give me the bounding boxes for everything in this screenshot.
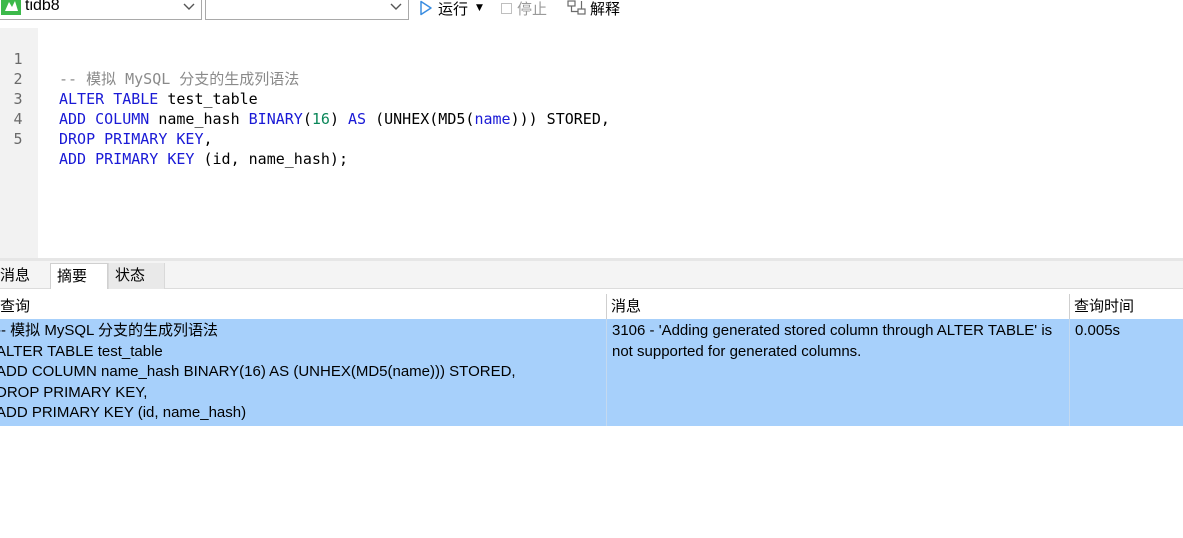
tab-messages[interactable]: 消息 xyxy=(0,263,41,289)
run-dropdown-icon[interactable]: ▼ xyxy=(476,3,483,13)
column-header-label: 消息 xyxy=(611,297,642,315)
result-grid-header: 查询 消息 查询时间 xyxy=(0,294,1183,319)
code-text: ADD PRIMARY KEY (id, name_hash); xyxy=(59,150,348,168)
column-header-label: 查询 xyxy=(0,297,31,315)
explain-icon xyxy=(567,0,586,15)
explain-button[interactable]: 解释 xyxy=(567,0,620,18)
stop-icon xyxy=(501,2,512,14)
error-message: 3106 - 'Adding generated stored column t… xyxy=(612,322,1053,360)
cell-message[interactable]: 3106 - 'Adding generated stored column t… xyxy=(607,319,1070,426)
query-line: DROP PRIMARY KEY, xyxy=(0,383,148,401)
result-tabs: 消息 摘要 状态 xyxy=(0,261,1183,289)
tab-status[interactable]: 状态 xyxy=(108,263,165,289)
connection-icon xyxy=(1,0,21,15)
chevron-down-icon[interactable] xyxy=(183,0,195,14)
toolbar: tidb8 运行 ▼ 停止 解释 xyxy=(0,0,1183,22)
query-time: 0.005s xyxy=(1075,322,1121,339)
column-header-message[interactable]: 消息 xyxy=(607,294,1070,319)
query-line: ALTER TABLE test_table xyxy=(0,342,163,360)
stop-button[interactable]: 停止 xyxy=(501,0,547,18)
cell-query[interactable]: -- 模拟 MySQL 分支的生成列语法 ALTER TABLE test_ta… xyxy=(0,319,607,426)
code-line[interactable]: 2 ALTER TABLE test_table xyxy=(0,49,1183,108)
code-line[interactable]: 1 -- 模拟 MySQL 分支的生成列语法 xyxy=(0,29,1183,88)
play-icon xyxy=(420,0,432,16)
query-line: -- 模拟 MySQL 分支的生成列语法 xyxy=(0,322,218,339)
code-line[interactable]: 5 ADD PRIMARY KEY (id, name_hash); xyxy=(0,109,1183,168)
run-button[interactable]: 运行 ▼ xyxy=(419,0,483,18)
code-text: DROP PRIMARY KEY, xyxy=(59,130,213,148)
line-number: 5 xyxy=(13,130,23,148)
chevron-down-icon[interactable] xyxy=(390,0,402,14)
column-header-query[interactable]: 查询 xyxy=(0,294,607,319)
database-select[interactable] xyxy=(205,0,409,20)
tab-summary[interactable]: 摘要 xyxy=(50,263,108,289)
query-line: ADD PRIMARY KEY (id, name_hash) xyxy=(0,404,247,421)
column-header-time[interactable]: 查询时间 xyxy=(1070,294,1183,319)
sql-editor[interactable]: 1 -- 模拟 MySQL 分支的生成列语法 2 ALTER TABLE tes… xyxy=(0,28,1183,258)
explain-label: 解释 xyxy=(590,0,621,18)
table-row[interactable]: -- 模拟 MySQL 分支的生成列语法 ALTER TABLE test_ta… xyxy=(0,319,1183,426)
run-label: 运行 xyxy=(438,0,469,18)
stop-label: 停止 xyxy=(517,0,548,18)
column-header-label: 查询时间 xyxy=(1074,297,1135,315)
cell-time[interactable]: 0.005s xyxy=(1070,319,1183,426)
connection-name: tidb8 xyxy=(25,0,60,14)
query-line: ADD COLUMN name_hash BINARY(16) AS (UNHE… xyxy=(0,363,516,380)
connection-select[interactable]: tidb8 xyxy=(0,0,202,20)
code-line[interactable]: 3 ADD COLUMN name_hash BINARY(16) AS (UN… xyxy=(0,69,1183,128)
code-line[interactable]: 4 DROP PRIMARY KEY, xyxy=(0,89,1183,148)
